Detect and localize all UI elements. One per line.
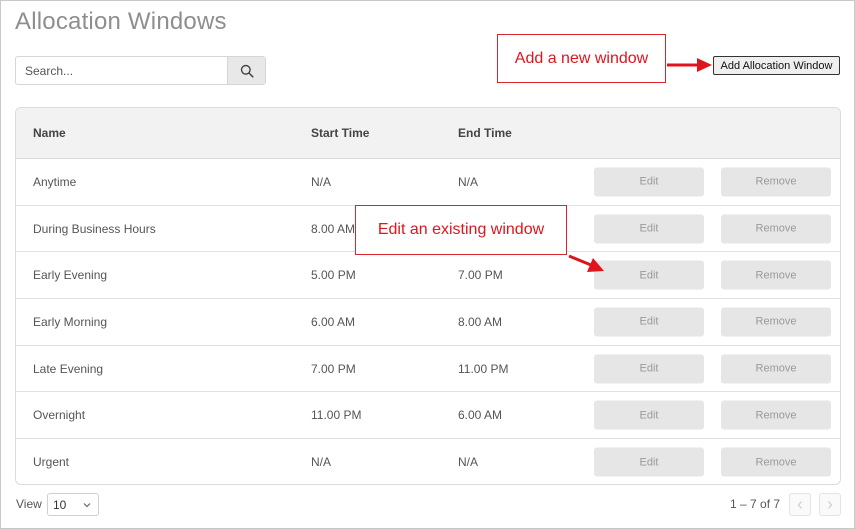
pagination-summary: 1 – 7 of 7: [730, 497, 781, 511]
row-end-time: 6.00 AM: [458, 408, 503, 423]
edit-button[interactable]: Edit: [594, 307, 704, 337]
row-start-time: 7.00 PM: [311, 361, 356, 376]
remove-button[interactable]: Remove: [721, 167, 831, 197]
add-window-callout: Add a new window: [497, 34, 666, 83]
table-row: Early Evening 5.00 PM 7.00 PM Edit Remov…: [16, 252, 840, 300]
remove-button[interactable]: Remove: [721, 214, 831, 244]
column-header-end-time: End Time: [458, 126, 512, 140]
remove-button[interactable]: Remove: [721, 400, 831, 430]
remove-button[interactable]: Remove: [721, 447, 831, 477]
next-page-button[interactable]: [819, 493, 841, 516]
remove-button[interactable]: Remove: [721, 307, 831, 337]
row-end-time: 7.00 PM: [458, 268, 503, 283]
row-end-time: 11.00 PM: [458, 361, 509, 376]
row-name: Early Evening: [33, 268, 108, 283]
row-name: Late Evening: [33, 361, 104, 376]
remove-button[interactable]: Remove: [721, 354, 831, 384]
previous-page-button[interactable]: [789, 493, 811, 516]
chevron-down-icon: [83, 503, 91, 508]
row-start-time: 11.00 PM: [311, 408, 362, 423]
row-end-time: N/A: [458, 174, 479, 189]
search-icon: [240, 64, 254, 78]
row-start-time: 5.00 PM: [311, 268, 356, 283]
table-row: Overnight 11.00 PM 6.00 AM Edit Remove: [16, 392, 840, 440]
column-header-name: Name: [33, 126, 66, 140]
row-start-time: 6.00 AM: [311, 314, 356, 329]
row-end-time: 8.00 AM: [458, 314, 503, 329]
chevron-right-icon: [828, 500, 833, 509]
table-row: Early Morning 6.00 AM 8.00 AM Edit Remov…: [16, 299, 840, 346]
row-name: Overnight: [33, 408, 86, 423]
page-title: Allocation Windows: [15, 8, 227, 35]
row-name: During Business Hours: [33, 221, 156, 236]
edit-button[interactable]: Edit: [594, 167, 704, 197]
add-allocation-window-button[interactable]: Add Allocation Window: [713, 56, 840, 75]
view-label: View: [16, 497, 42, 511]
table-row: Urgent N/A N/A Edit Remove: [16, 439, 840, 484]
row-name: Anytime: [33, 174, 77, 189]
row-start-time: N/A: [311, 174, 332, 189]
page-size-select[interactable]: 10: [47, 493, 99, 516]
search-input[interactable]: [16, 57, 227, 84]
edit-button[interactable]: Edit: [594, 214, 704, 244]
remove-button[interactable]: Remove: [721, 260, 831, 290]
row-start-time: N/A: [311, 455, 332, 470]
row-end-time: N/A: [458, 455, 479, 470]
edit-button[interactable]: Edit: [594, 447, 704, 477]
edit-button[interactable]: Edit: [594, 354, 704, 384]
search-button[interactable]: [227, 57, 265, 84]
edit-button[interactable]: Edit: [594, 400, 704, 430]
table-row: Late Evening 7.00 PM 11.00 PM Edit Remov…: [16, 346, 840, 393]
table-header: Name Start Time End Time: [16, 108, 840, 159]
page-size-value: 10: [53, 497, 67, 512]
edit-window-callout: Edit an existing window: [355, 205, 567, 255]
allocation-windows-table: Name Start Time End Time Anytime N/A N/A…: [15, 107, 841, 485]
column-header-start-time: Start Time: [311, 126, 370, 140]
table-row: Anytime N/A N/A Edit Remove: [16, 159, 840, 206]
row-name: Early Morning: [33, 314, 108, 329]
row-start-time: 8.00 AM: [311, 221, 356, 236]
search-box: [15, 56, 266, 85]
chevron-left-icon: [797, 500, 802, 509]
edit-button[interactable]: Edit: [594, 260, 704, 290]
row-name: Urgent: [33, 455, 70, 470]
